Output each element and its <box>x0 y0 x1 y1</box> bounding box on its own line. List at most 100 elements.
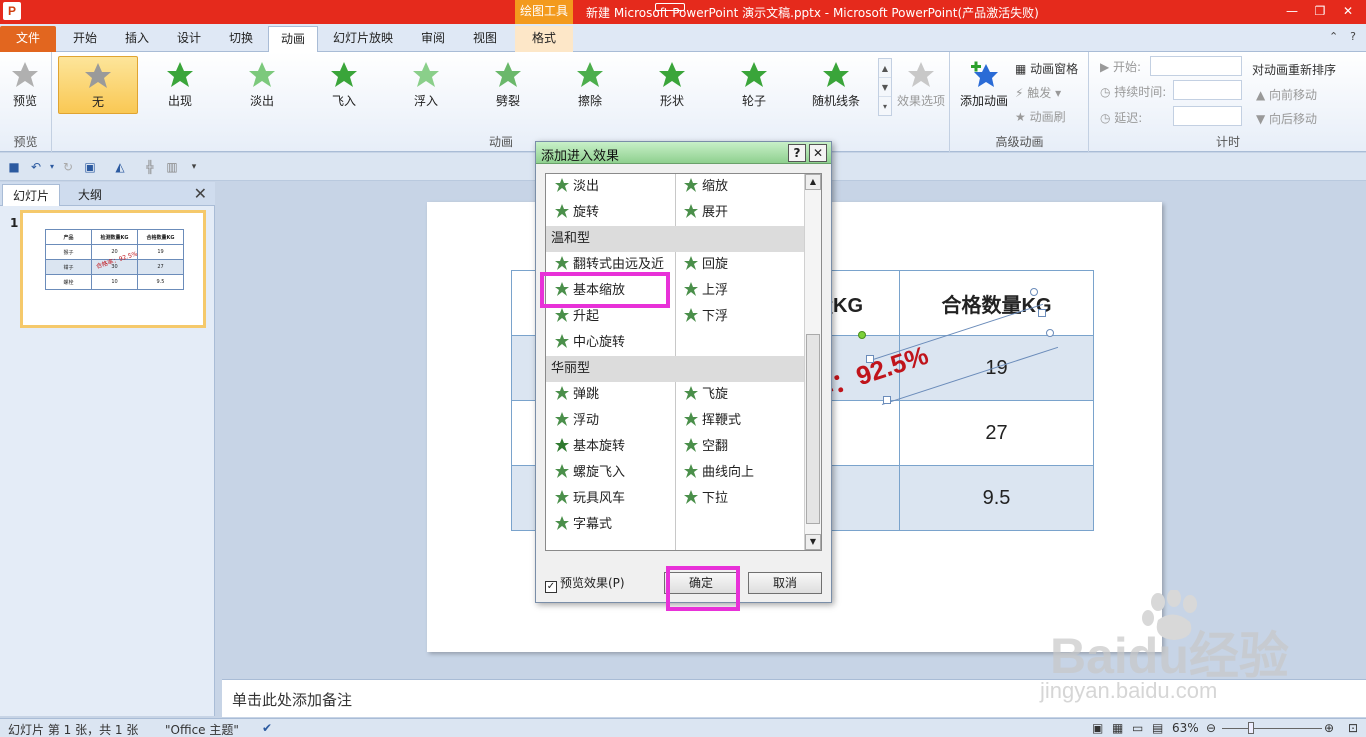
close-window-icon[interactable]: ✕ <box>1338 2 1358 20</box>
effect-item[interactable]: 玩具风车 <box>554 486 625 512</box>
zoom-level[interactable]: 63% <box>1172 721 1199 735</box>
tab-home[interactable]: 开始 <box>60 26 110 52</box>
effect-item[interactable]: 空翻 <box>683 434 728 460</box>
customize-qat-icon[interactable]: ▾ <box>186 159 202 175</box>
table-cell[interactable]: 9.5 <box>899 465 1094 531</box>
zoom-slider[interactable] <box>1222 728 1322 729</box>
help-icon[interactable]: ? <box>1350 30 1356 43</box>
undo-icon[interactable]: ↶ <box>28 159 44 175</box>
gallery-down-icon[interactable]: ▼ <box>879 78 891 97</box>
slideshow-view-icon[interactable]: ▤ <box>1152 721 1163 735</box>
tab-outline[interactable]: 大纲 <box>62 184 118 206</box>
resize-handle[interactable] <box>1030 288 1038 296</box>
effect-item[interactable]: 淡出 <box>554 174 599 200</box>
reading-view-icon[interactable]: ▭ <box>1132 721 1143 735</box>
cancel-button[interactable]: 取消 <box>748 572 822 594</box>
distribute-icon[interactable]: ▥ <box>164 159 180 175</box>
notes-pane[interactable]: 单击此处添加备注 <box>222 679 1366 717</box>
effect-fly-in-button[interactable]: 飞入 <box>308 56 380 114</box>
minimize-icon[interactable]: — <box>1282 2 1302 20</box>
effect-item[interactable]: 弹跳 <box>554 382 599 408</box>
effect-item[interactable]: 基本旋转 <box>554 434 625 460</box>
align-icon[interactable]: ╬ <box>142 159 158 175</box>
effect-item[interactable]: 回旋 <box>683 252 728 278</box>
effect-item[interactable]: 螺旋飞入 <box>554 460 625 486</box>
start-combo[interactable] <box>1150 56 1242 76</box>
effect-appear-button[interactable]: 出现 <box>144 56 216 114</box>
tab-insert[interactable]: 插入 <box>112 26 162 52</box>
effect-item[interactable]: 曲线向上 <box>683 460 754 486</box>
trigger-button[interactable]: ⚡ 触发 ▾ <box>1015 84 1061 101</box>
powerpoint-logo-icon[interactable]: P <box>3 2 21 20</box>
sorter-view-icon[interactable]: ▦ <box>1112 721 1123 735</box>
tab-review[interactable]: 审阅 <box>408 26 458 52</box>
scroll-thumb[interactable] <box>806 334 820 524</box>
resize-handle[interactable] <box>1038 309 1046 317</box>
effect-item[interactable]: 中心旋转 <box>554 330 625 356</box>
shape-fill-icon[interactable]: ◭ <box>112 159 128 175</box>
effect-list-scrollbar[interactable]: ▲ ▼ <box>804 174 821 550</box>
fit-slide-icon[interactable]: ⊡ <box>1348 721 1358 735</box>
effect-none-button[interactable]: 无 <box>58 56 138 114</box>
effect-item[interactable]: 上浮 <box>683 278 728 304</box>
checkbox-icon[interactable]: ✓ <box>545 581 557 593</box>
effect-wheel-button[interactable]: 轮子 <box>718 56 790 114</box>
move-earlier-button[interactable]: ▲ 向前移动 <box>1256 86 1317 103</box>
restore-icon[interactable]: ❐ <box>1310 2 1330 20</box>
effect-fade-button[interactable]: 淡出 <box>226 56 298 114</box>
animation-painter-button[interactable]: ★ 动画刷 <box>1015 108 1066 125</box>
redo-icon[interactable]: ↻ <box>60 159 76 175</box>
dialog-help-icon[interactable]: ? <box>788 144 806 162</box>
effect-wipe-button[interactable]: 擦除 <box>554 56 626 114</box>
effect-item[interactable]: 浮动 <box>554 408 599 434</box>
normal-view-icon[interactable]: ▣ <box>1092 721 1103 735</box>
zoom-out-icon[interactable]: ⊖ <box>1206 721 1216 735</box>
collapse-ribbon-icon[interactable]: ⌃ <box>1329 30 1338 43</box>
tab-transitions[interactable]: 切换 <box>216 26 266 52</box>
effect-item[interactable]: 飞旋 <box>683 382 728 408</box>
effect-item[interactable]: 下浮 <box>683 304 728 330</box>
close-panel-icon[interactable]: ✕ <box>194 184 207 203</box>
effect-shape-button[interactable]: 形状 <box>636 56 708 114</box>
save-icon[interactable]: ■ <box>6 159 22 175</box>
effect-float-in-button[interactable]: 浮入 <box>390 56 462 114</box>
effect-item[interactable]: 下拉 <box>683 486 728 512</box>
tab-animations[interactable]: 动画 <box>268 26 318 52</box>
resize-handle[interactable] <box>1046 329 1054 337</box>
effect-list[interactable]: 淡出 缩放 旋转 展开 温和型 翻转式由远及近 回旋 基本缩放 上浮 升起 下浮… <box>545 173 822 551</box>
tab-format[interactable]: 格式 <box>515 26 573 52</box>
table-cell[interactable]: 27 <box>899 400 1094 466</box>
effect-item[interactable]: 展开 <box>683 200 728 226</box>
effect-item[interactable]: 字幕式 <box>554 512 612 538</box>
resize-handle[interactable] <box>866 355 874 363</box>
spellcheck-icon[interactable]: ✔ <box>262 721 272 735</box>
tab-view[interactable]: 视图 <box>460 26 510 52</box>
scroll-down-icon[interactable]: ▼ <box>805 534 821 550</box>
zoom-in-icon[interactable]: ⊕ <box>1324 721 1334 735</box>
gallery-up-icon[interactable]: ▲ <box>879 59 891 78</box>
preview-button[interactable]: 预览 <box>2 56 48 114</box>
effect-item[interactable]: 旋转 <box>554 200 599 226</box>
undo-dropdown-icon[interactable]: ▾ <box>44 159 60 175</box>
tab-file[interactable]: 文件 <box>0 26 56 52</box>
move-later-button[interactable]: ▼ 向后移动 <box>1256 110 1317 127</box>
picture-icon[interactable]: ▣ <box>82 159 98 175</box>
dialog-close-icon[interactable]: ✕ <box>809 144 827 162</box>
table-cell[interactable]: 合格数量KG <box>899 270 1094 336</box>
gallery-scrollbar[interactable]: ▲ ▼ ▾ <box>878 58 892 116</box>
animation-pane-button[interactable]: ▦ 动画窗格 <box>1015 60 1078 77</box>
resize-handle[interactable] <box>883 396 891 404</box>
effect-random-bars-button[interactable]: 随机线条 <box>800 56 872 114</box>
rotate-handle[interactable] <box>858 331 866 339</box>
effect-item[interactable]: 缩放 <box>683 174 728 200</box>
add-animation-button[interactable]: 添加动画 <box>955 56 1013 114</box>
tab-slides[interactable]: 幻灯片 <box>2 184 60 206</box>
gallery-more-icon[interactable]: ▾ <box>879 97 891 116</box>
scroll-up-icon[interactable]: ▲ <box>805 174 821 190</box>
effect-item[interactable]: 挥鞭式 <box>683 408 741 434</box>
effect-options-button[interactable]: 效果选项 <box>893 56 949 114</box>
effect-split-button[interactable]: 劈裂 <box>472 56 544 114</box>
slide-thumbnail[interactable]: 产品 检测数量KG 合格数量KG 猴子 20 19 钳子 30 27 螺栓 10 9.5 合格率… <box>20 210 206 328</box>
duration-spinner[interactable] <box>1173 80 1242 100</box>
tab-slideshow[interactable]: 幻灯片放映 <box>322 26 404 52</box>
